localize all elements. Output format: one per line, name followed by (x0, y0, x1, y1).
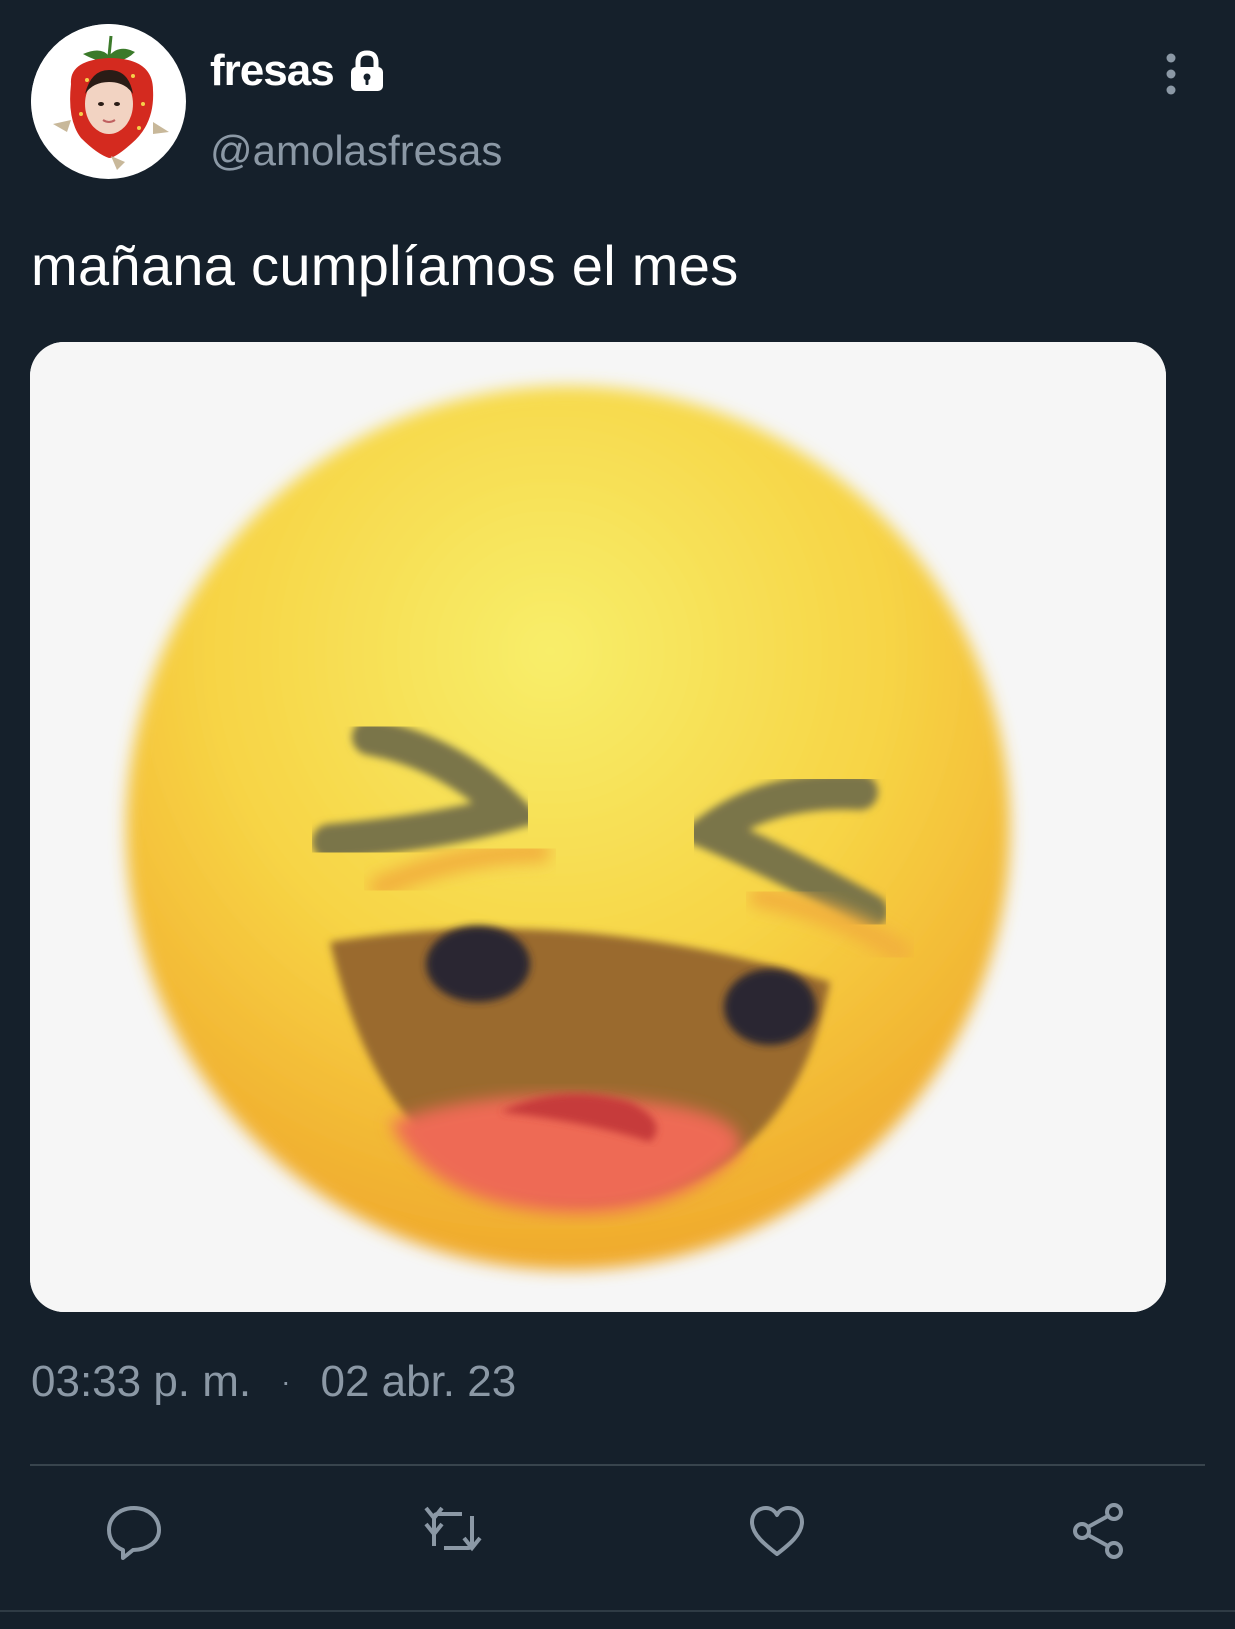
meta-separator: · (281, 1366, 291, 1397)
tweet-text: mañana cumplíamos el mes (31, 234, 739, 297)
display-name[interactable]: fresas (210, 46, 335, 96)
laughing-emoji-image-icon (30, 342, 1166, 1312)
action-bar (0, 1500, 1235, 1580)
divider (30, 1464, 1205, 1466)
more-options-icon[interactable] (1160, 52, 1182, 96)
strawberry-avatar-icon (31, 24, 185, 178)
share-button[interactable] (1068, 1500, 1130, 1562)
tweet-date: 02 abr. 23 (320, 1357, 517, 1406)
tweet-timestamp: 03:33 p. m. · 02 abr. 23 (31, 1357, 516, 1407)
like-button[interactable] (746, 1500, 808, 1562)
lock-icon (344, 48, 390, 94)
user-handle[interactable]: @amolasfresas (210, 127, 502, 175)
tweet-detail: fresas @amolasfresas mañana cumplíamos e… (0, 0, 1235, 1629)
reply-icon (107, 1506, 161, 1560)
retweet-button[interactable] (422, 1500, 484, 1562)
display-name-row[interactable]: fresas (210, 46, 390, 96)
share-icon (1073, 1503, 1123, 1559)
retweet-icon (424, 1506, 482, 1552)
reply-button[interactable] (103, 1500, 165, 1562)
tweet-time: 03:33 p. m. (31, 1357, 252, 1406)
heart-icon (750, 1506, 804, 1556)
bottom-divider (0, 1610, 1235, 1612)
tweet-media[interactable] (30, 342, 1166, 1312)
avatar[interactable] (31, 24, 186, 179)
